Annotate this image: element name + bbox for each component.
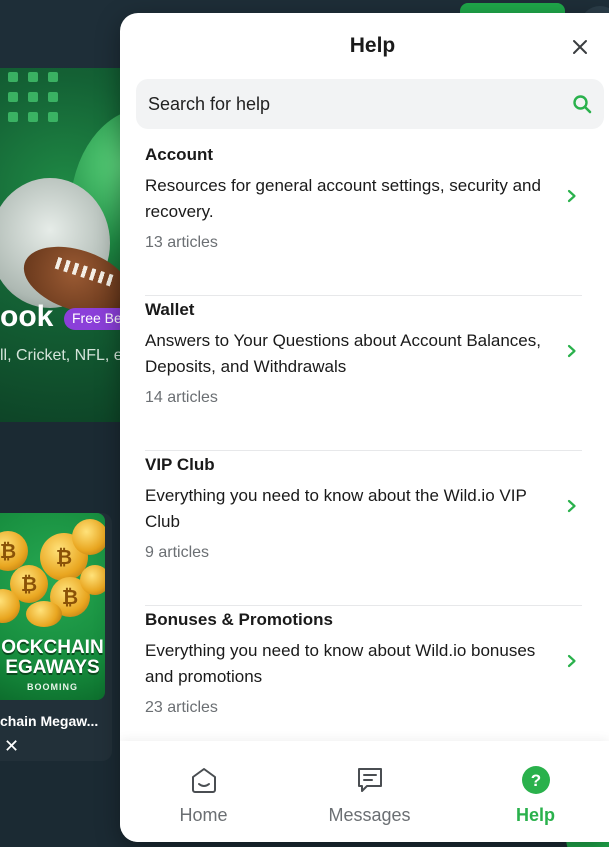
hero-dots-decoration xyxy=(8,72,58,122)
tab-home[interactable]: Home xyxy=(122,741,285,842)
collection-count: 14 articles xyxy=(145,389,218,406)
chevron-right-icon xyxy=(567,189,576,203)
chevron-right-icon xyxy=(567,499,576,513)
messages-icon xyxy=(358,768,382,792)
coin-illustration xyxy=(26,601,62,627)
game-card-art-title: OCKCHAIN xyxy=(1,637,104,658)
collection-title: Wallet xyxy=(145,300,195,319)
collection-vip-club[interactable]: VIP Club Everything you need to know abo… xyxy=(145,451,582,606)
coin-illustration xyxy=(72,519,105,555)
hero-title: ook xyxy=(0,300,54,333)
home-icon xyxy=(192,768,216,793)
collections-list: Account Resources for general account se… xyxy=(120,141,609,741)
collection-description: Everything you need to know about Wild.i… xyxy=(145,641,536,686)
svg-text:?: ? xyxy=(531,771,541,790)
bottom-tab-bar: Home Messages ? Help xyxy=(120,741,609,842)
tab-messages-label: Messages xyxy=(328,805,411,825)
collection-account[interactable]: Account Resources for general account se… xyxy=(145,141,582,296)
help-icon: ? xyxy=(522,766,550,794)
collection-description: Everything you need to know about the Wi… xyxy=(145,486,527,531)
game-card-close-icon[interactable]: ✕ xyxy=(4,736,19,757)
chevron-right-icon xyxy=(567,654,576,668)
tab-messages[interactable]: Messages xyxy=(288,741,451,842)
hero-subtitle: ll, Cricket, NFL, e xyxy=(0,347,123,364)
collection-count: 13 articles xyxy=(145,234,218,251)
search-icon[interactable] xyxy=(572,94,592,114)
collection-count: 9 articles xyxy=(145,544,210,561)
search-input[interactable] xyxy=(136,79,556,129)
coin-illustration xyxy=(80,565,105,595)
collection-title: VIP Club xyxy=(145,455,215,474)
tab-help-label: Help xyxy=(515,805,555,825)
help-panel-header: Help xyxy=(120,13,609,141)
close-button[interactable] xyxy=(568,35,592,59)
chevron-right-icon xyxy=(567,344,576,358)
close-icon xyxy=(573,40,587,54)
help-panel: Help Account Resources for general accou… xyxy=(120,13,609,842)
game-card-brand: BOOMING xyxy=(27,682,78,692)
collection-title: Account xyxy=(145,145,213,164)
tab-home-label: Home xyxy=(179,805,228,825)
game-card-name[interactable]: chain Megaw... xyxy=(0,713,98,729)
search-box[interactable] xyxy=(136,79,604,129)
collection-description: Answers to Your Questions about Account … xyxy=(145,331,541,376)
collection-wallet[interactable]: Wallet Answers to Your Questions about A… xyxy=(145,296,582,451)
collection-description: Resources for general account settings, … xyxy=(145,176,541,221)
collection-bonuses-promotions[interactable]: Bonuses & Promotions Everything you need… xyxy=(145,606,582,741)
page-title: Help xyxy=(349,34,396,57)
collection-title: Bonuses & Promotions xyxy=(145,610,333,629)
tab-help[interactable]: ? Help xyxy=(454,741,609,842)
game-card-art-title: EGAWAYS xyxy=(5,657,100,678)
collection-count: 23 articles xyxy=(145,699,218,716)
